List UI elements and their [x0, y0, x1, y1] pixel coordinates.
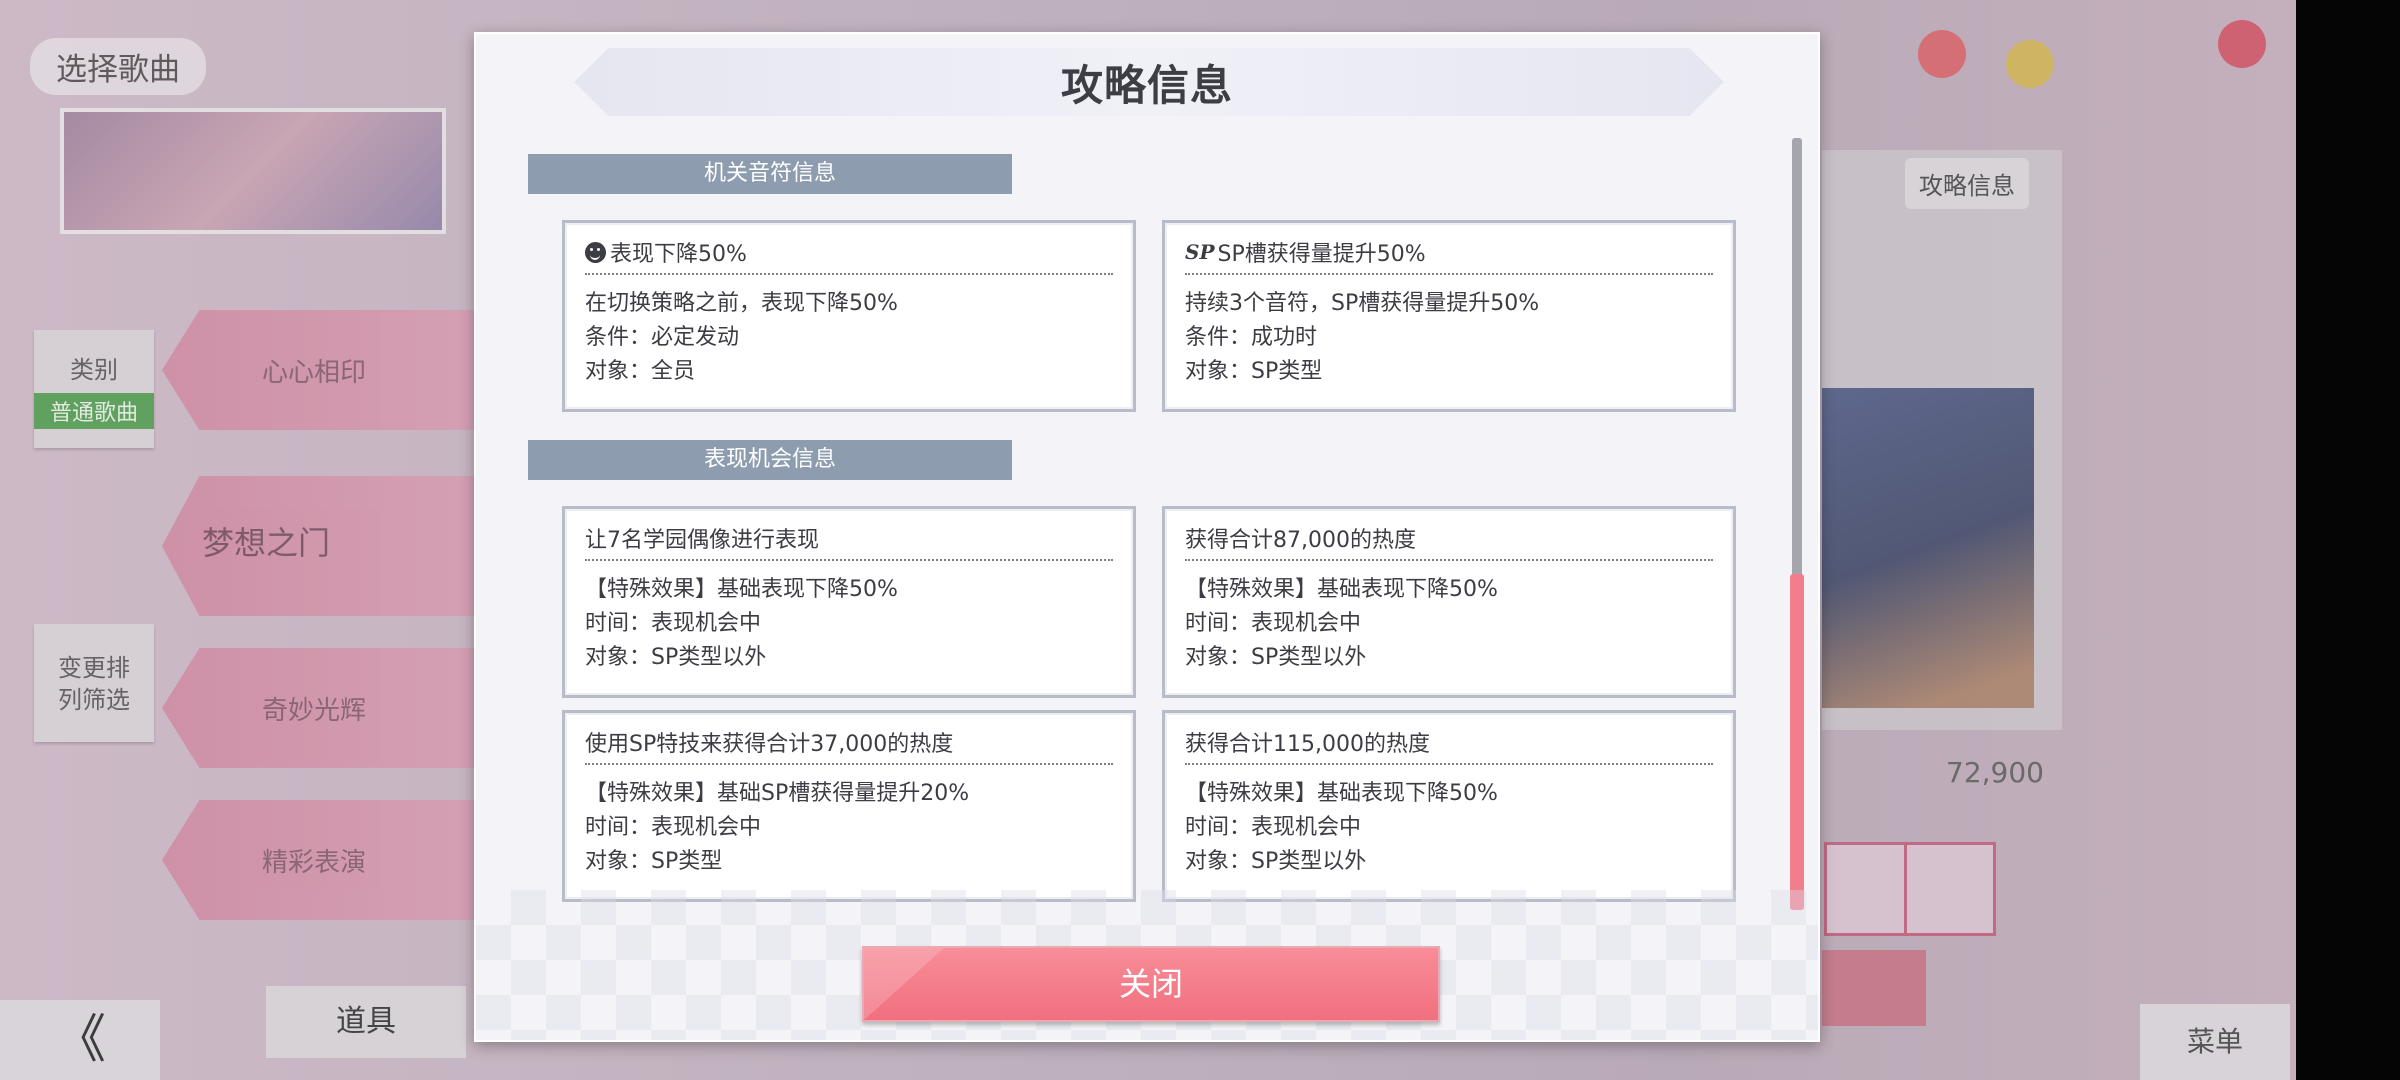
- gimmick-note-card: SP SP槽获得量提升50% 持续3个音符，SP槽获得量提升50% 条件：成功时…: [1162, 220, 1736, 412]
- card-line: 对象：全员: [585, 359, 696, 384]
- card-title: 获得合计87,000的热度: [1185, 528, 1416, 553]
- close-button[interactable]: 关闭: [862, 946, 1440, 1022]
- card-title-row: 获得合计87,000的热度: [1185, 519, 1713, 561]
- item-button[interactable]: 道具: [266, 986, 466, 1058]
- song-title: 心心相印: [262, 358, 367, 388]
- song-title: 梦想之门: [202, 524, 331, 562]
- card-title-row: 使用SP特技来获得合计37,000的热度: [585, 723, 1113, 765]
- appeal-chance-card: 使用SP特技来获得合计37,000的热度 【特殊效果】基础SP槽获得量提升20%…: [562, 710, 1136, 902]
- strategy-info-button[interactable]: 攻略信息: [1905, 158, 2029, 209]
- member-card[interactable]: [1824, 842, 1916, 936]
- card-body: 持续3个音符，SP槽获得量提升50% 条件：成功时 对象：SP类型: [1185, 275, 1713, 389]
- card-title: 让7名学园偶像进行表现: [585, 528, 819, 553]
- song-item[interactable]: 精彩表演: [162, 800, 474, 920]
- score-value: 72,900: [1946, 756, 2044, 789]
- category-filter-value: 普通歌曲: [34, 393, 154, 429]
- appeal-chance-card: 获得合计115,000的热度 【特殊效果】基础表现下降50% 时间：表现机会中 …: [1162, 710, 1736, 902]
- card-line: 对象：SP类型以外: [1185, 849, 1367, 874]
- notification-icon[interactable]: [2218, 20, 2266, 68]
- appeal-chance-card: 让7名学园偶像进行表现 【特殊效果】基础表现下降50% 时间：表现机会中 对象：…: [562, 506, 1136, 698]
- card-line: 时间：表现机会中: [1185, 611, 1362, 636]
- song-title: 奇妙光辉: [262, 696, 367, 726]
- scrollbar-thumb[interactable]: [1790, 574, 1804, 910]
- card-title-row: SP SP槽获得量提升50%: [1185, 233, 1713, 275]
- add-icon[interactable]: [1918, 30, 1966, 78]
- song-item[interactable]: 奇妙光辉: [162, 648, 474, 768]
- card-line: 时间：表现机会中: [1185, 815, 1362, 840]
- card-line: 时间：表现机会中: [585, 815, 762, 840]
- card-body: 【特殊效果】基础表现下降50% 时间：表现机会中 对象：SP类型以外: [1185, 765, 1713, 879]
- appeal-chance-card: 获得合计87,000的热度 【特殊效果】基础表现下降50% 时间：表现机会中 对…: [1162, 506, 1736, 698]
- card-line: 【特殊效果】基础表现下降50%: [585, 577, 898, 602]
- card-title: SP槽获得量提升50%: [1217, 242, 1426, 267]
- card-line: 对象：SP类型以外: [585, 645, 767, 670]
- scrollbar-track-fill: [1792, 138, 1802, 578]
- sort-filter-button[interactable]: 变更排列筛选: [34, 624, 154, 742]
- dialog-title: 攻略信息: [1060, 61, 1233, 110]
- screen-edge-bar: [2296, 0, 2400, 1080]
- background-title: 选择歌曲: [30, 38, 206, 95]
- song-item[interactable]: 心心相印: [162, 310, 474, 430]
- back-button[interactable]: 《: [0, 1000, 160, 1080]
- card-title: 表现下降50%: [610, 242, 747, 267]
- card-title-row: 获得合计115,000的热度: [1185, 723, 1713, 765]
- card-line: 【特殊效果】基础表现下降50%: [1185, 781, 1498, 806]
- card-title-row: 表现下降50%: [585, 233, 1113, 275]
- card-line: 【特殊效果】基础表现下降50%: [1185, 577, 1498, 602]
- card-line: 条件：必定发动: [585, 325, 740, 350]
- card-title-row: 让7名学园偶像进行表现: [585, 519, 1113, 561]
- card-body: 【特殊效果】基础表现下降50% 时间：表现机会中 对象：SP类型以外: [585, 561, 1113, 675]
- card-line: 条件：成功时: [1185, 325, 1318, 350]
- event-banner: [60, 108, 446, 234]
- section-header-gimmick-notes: 机关音符信息: [528, 154, 1012, 194]
- song-jacket-image: [1822, 388, 2034, 708]
- card-body: 【特殊效果】基础表现下降50% 时间：表现机会中 对象：SP类型以外: [1185, 561, 1713, 675]
- card-title: 获得合计115,000的热度: [1185, 732, 1430, 757]
- card-title: 使用SP特技来获得合计37,000的热度: [585, 732, 954, 757]
- card-line: 持续3个音符，SP槽获得量提升50%: [1185, 291, 1540, 316]
- category-filter-label: 类别: [70, 356, 118, 384]
- card-body: 【特殊效果】基础SP槽获得量提升20% 时间：表现机会中 对象：SP类型: [585, 765, 1113, 879]
- card-line: 对象：SP类型以外: [1185, 645, 1367, 670]
- section-header-appeal-chance: 表现机会信息: [528, 440, 1012, 480]
- face-down-icon: [585, 241, 606, 263]
- song-title: 精彩表演: [262, 848, 367, 878]
- sp-icon: SP: [1185, 240, 1215, 264]
- category-filter-chip[interactable]: 类别 普通歌曲: [34, 330, 154, 448]
- card-line: 对象：SP类型: [1185, 359, 1323, 384]
- dialog-scrollbar[interactable]: [1790, 138, 1804, 910]
- card-line: 在切换策略之前，表现下降50%: [585, 291, 898, 316]
- coin-icon: [2006, 40, 2054, 88]
- strategy-info-dialog: 攻略信息 机关音符信息 表现下降50% 在切换策略之前，表现下降50% 条件：必…: [474, 32, 1820, 1042]
- gimmick-note-card: 表现下降50% 在切换策略之前，表现下降50% 条件：必定发动 对象：全员: [562, 220, 1136, 412]
- card-body: 在切换策略之前，表现下降50% 条件：必定发动 对象：全员: [585, 275, 1113, 389]
- start-button[interactable]: [1822, 950, 1926, 1026]
- song-item[interactable]: 梦想之门: [162, 476, 474, 616]
- card-line: 【特殊效果】基础SP槽获得量提升20%: [585, 781, 970, 806]
- card-line: 时间：表现机会中: [585, 611, 762, 636]
- menu-button[interactable]: 菜单: [2140, 1004, 2290, 1080]
- card-line: 对象：SP类型: [585, 849, 723, 874]
- member-card[interactable]: [1904, 842, 1996, 936]
